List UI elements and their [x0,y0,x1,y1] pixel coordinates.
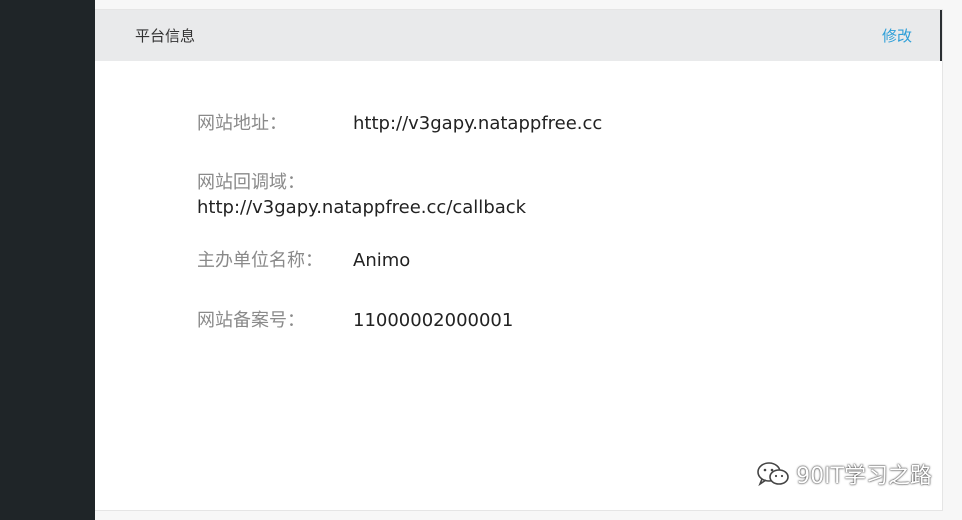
icp-number-label: 网站备案号： [197,310,305,331]
edit-link[interactable]: 修改 [882,26,912,46]
watermark-text: 90IT学习之路 [796,464,932,489]
organizer-label: 主办单位名称： [197,250,323,271]
left-sidebar [0,0,95,520]
panel-title: 平台信息 [135,27,196,45]
callback-domain-value: http://v3gapy.natappfree.cc/callback [197,197,527,218]
site-url-label: 网站地址： [197,113,287,134]
watermark: 90IT学习之路 [756,458,932,490]
callback-domain-label: 网站回调域： [197,172,305,193]
site-url-value: http://v3gapy.natappfree.cc [353,113,603,134]
platform-info-panel: 平台信息 修改 网站地址： http://v3gapy.natappfree.c… [95,9,943,511]
organizer-value: Animo [353,250,411,271]
icp-number-value: 11000002000001 [353,310,514,331]
panel-header: 平台信息 修改 [95,10,942,61]
wechat-icon [757,462,789,487]
